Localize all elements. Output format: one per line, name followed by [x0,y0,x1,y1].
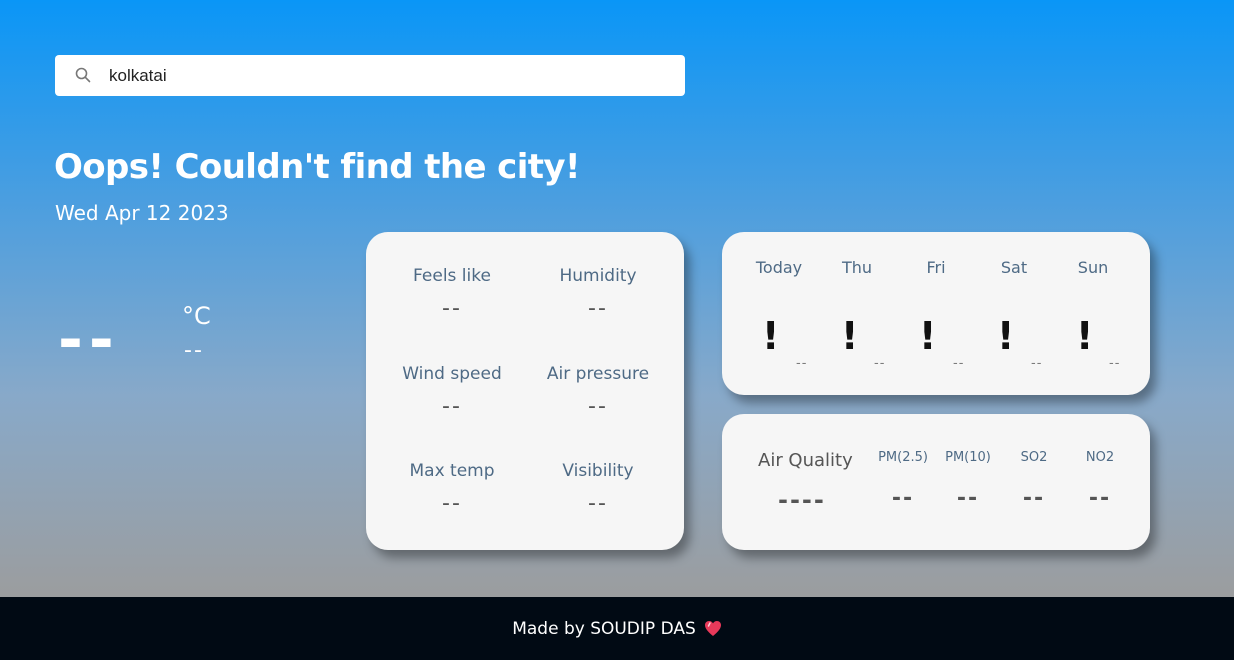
so2-value: -- [1022,486,1046,511]
temperature-unit: °C [182,302,211,330]
forecast-temp-sun: -- [1109,356,1121,371]
wind-speed-value: -- [442,394,462,419]
forecast-temp-today: -- [796,356,808,371]
max-temp-value: -- [442,491,462,516]
forecast-day-thu: Thu [841,258,873,277]
search-bar[interactable] [55,55,685,96]
forecast-icon-sat: ! [997,314,1015,358]
air-quality-card: Air Quality ---- PM(2.5) -- PM(10) -- SO… [722,414,1150,550]
air-pressure-value: -- [588,394,608,419]
forecast-day-sat: Sat [1000,258,1028,277]
feels-like-value: -- [442,296,462,321]
wind-speed-label: Wind speed [402,364,502,384]
forecast-day-sun: Sun [1077,258,1109,277]
pm10-value: -- [956,486,980,511]
pm10-label: PM(10) [945,450,991,465]
search-icon [75,67,91,83]
visibility-label: Visibility [562,461,634,481]
current-temperature: -- [58,305,120,375]
humidity-label: Humidity [559,266,637,286]
forecast-icon-today: ! [762,314,780,358]
footer: Made by SOUDIP DAS [0,597,1234,660]
page-title: Oops! Couldn't find the city! [54,147,581,187]
forecast-day-fri: Fri [926,258,946,277]
forecast-temp-thu: -- [874,356,886,371]
forecast-icon-fri: ! [919,314,937,358]
no2-label: NO2 [1085,450,1115,465]
max-temp-label: Max temp [409,461,495,481]
search-input[interactable] [109,63,669,88]
forecast-icon-sun: ! [1076,314,1094,358]
forecast-icon-thu: ! [841,314,859,358]
air-quality-title: Air Quality [758,450,853,471]
forecast-temp-sat: -- [1031,356,1043,371]
pm25-value: -- [891,486,915,511]
air-pressure-label: Air pressure [546,364,650,384]
current-date: Wed Apr 12 2023 [55,201,229,225]
feels-like-label: Feels like [413,266,491,286]
heart-icon [704,620,722,637]
so2-label: SO2 [1020,450,1048,465]
footer-text: Made by SOUDIP DAS [512,618,696,639]
air-quality-value: ---- [778,486,826,514]
humidity-value: -- [588,296,608,321]
no2-value: -- [1088,486,1112,511]
visibility-value: -- [588,491,608,516]
weather-details-card: Feels like -- Humidity -- Wind speed -- … [366,232,684,550]
forecast-card: Today ! -- Thu ! -- Fri ! -- Sat ! -- Su… [722,232,1150,395]
weather-condition: -- [184,338,204,363]
forecast-day-today: Today [755,258,803,277]
pm25-label: PM(2.5) [878,450,928,465]
forecast-temp-fri: -- [953,356,965,371]
